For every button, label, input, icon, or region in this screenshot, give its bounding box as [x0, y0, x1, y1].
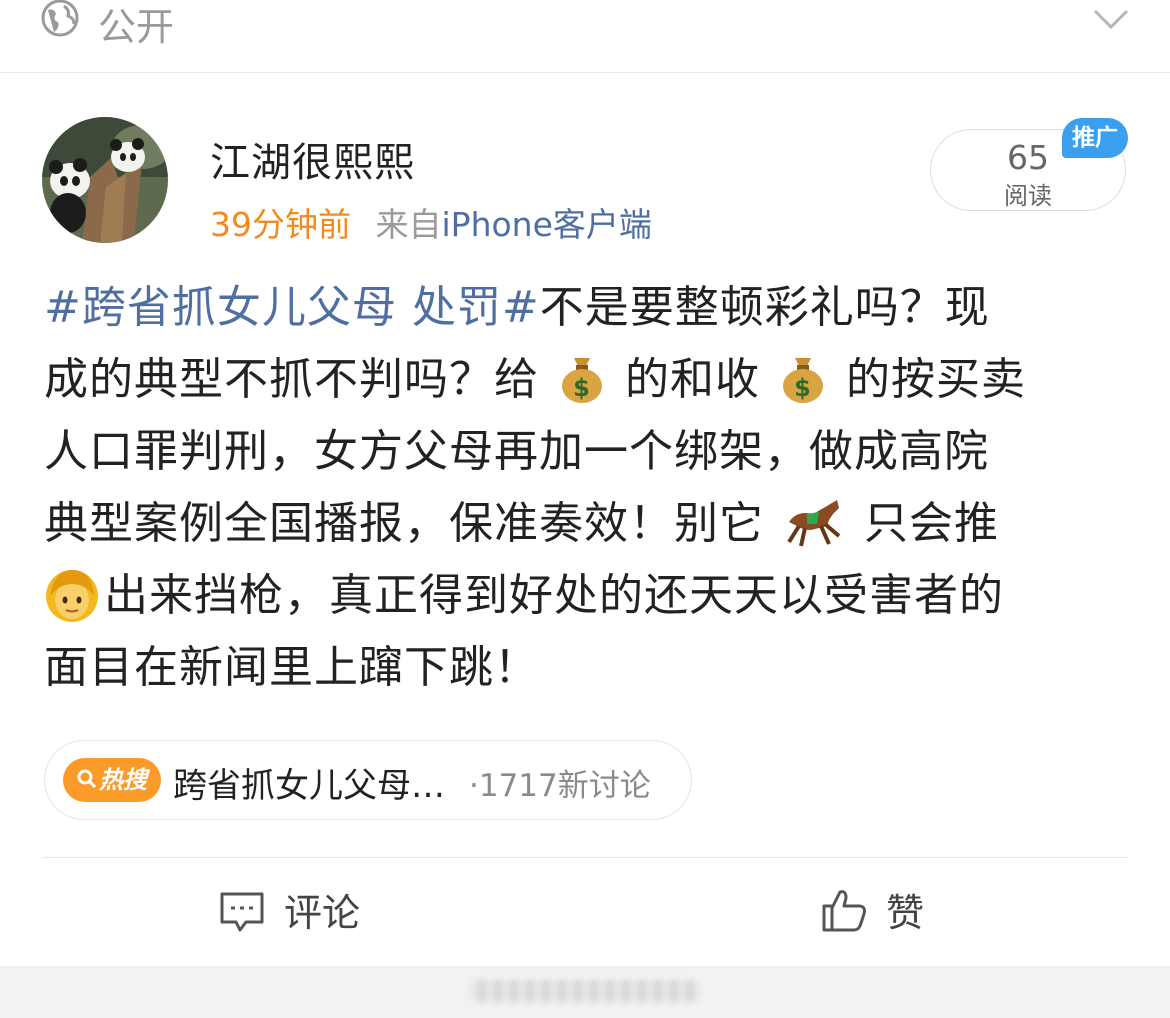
content-text: 不是要整顿彩礼吗？现 [539, 282, 990, 333]
promote-badge[interactable]: 推广 [1062, 118, 1128, 158]
hot-search-card[interactable]: 热搜 跨省抓女儿父母… ·1717新讨论 [44, 740, 692, 820]
divider [42, 857, 1128, 858]
username[interactable]: 江湖很熙熙 [210, 130, 415, 188]
post-content: #跨省抓女儿父母 处罚#不是要整顿彩礼吗？现 成的典型不抓不判吗？给 $ 的和收… [44, 272, 1134, 704]
content-text: 面目在新闻里上蹿下跳！ [44, 642, 539, 693]
content-text: 只会推 [864, 498, 999, 549]
content-line: 面目在新闻里上蹿下跳！ [44, 632, 1134, 704]
search-icon [77, 769, 97, 789]
hashtag-link[interactable]: #跨省抓女儿父母 处罚# [44, 282, 540, 333]
source-client-link[interactable]: iPhone客户端 [442, 205, 652, 244]
content-line: 典型案例全国播报，保准奏效！别它 只会推 [44, 488, 1134, 560]
like-label: 赞 [886, 891, 925, 935]
visibility-label: 公开 [98, 5, 175, 49]
content-text: 的按买卖 [846, 354, 1026, 405]
content-line: #跨省抓女儿父母 处罚#不是要整顿彩礼吗？现 [44, 272, 1134, 344]
content-text: 人口罪判刑，女方父母再加一个绑架，做成高院 [44, 426, 989, 477]
content-line: 出来挡枪，真正得到好处的还天天以受害者的 [44, 560, 1134, 632]
svg-text:$: $ [573, 374, 591, 402]
visibility-bar[interactable]: 公开 [0, 0, 1170, 73]
content-text: 的和收 [625, 354, 760, 405]
hot-search-badge-label: 热搜 [99, 766, 147, 794]
blurred-footer-text [470, 980, 700, 1002]
read-label: 阅读 [1004, 182, 1052, 210]
chevron-down-icon[interactable] [1093, 8, 1129, 30]
globe-icon [41, 0, 79, 37]
money-bag-icon: $ [562, 358, 602, 403]
post-meta: 39分钟前 来自iPhone客户端 [210, 198, 652, 246]
hot-search-discussion-count: ·1717新讨论 [469, 768, 651, 804]
woman-icon [46, 570, 98, 622]
thumbs-up-icon [822, 890, 866, 932]
money-bag-icon: $ [783, 358, 823, 403]
content-text: 典型案例全国播报，保准奏效！别它 [44, 498, 764, 549]
comment-label: 评论 [284, 891, 361, 935]
content-line: 成的典型不抓不判吗？给 $ 的和收 $ 的按买卖 [44, 344, 1134, 416]
avatar[interactable] [42, 117, 168, 243]
hot-search-badge: 热搜 [63, 758, 161, 802]
content-line: 人口罪判刑，女方父母再加一个绑架，做成高院 [44, 416, 1134, 488]
source-prefix: 来自 [375, 205, 442, 244]
content-text: 出来挡枪，真正得到好处的还天天以受害者的 [104, 570, 1004, 621]
post-time: 39分钟前 [210, 205, 351, 244]
comment-icon [220, 892, 264, 932]
svg-text:$: $ [794, 374, 812, 402]
racehorse-icon [787, 500, 841, 547]
hot-search-title: 跨省抓女儿父母… [173, 766, 445, 806]
content-text: 成的典型不抓不判吗？给 [44, 354, 539, 405]
